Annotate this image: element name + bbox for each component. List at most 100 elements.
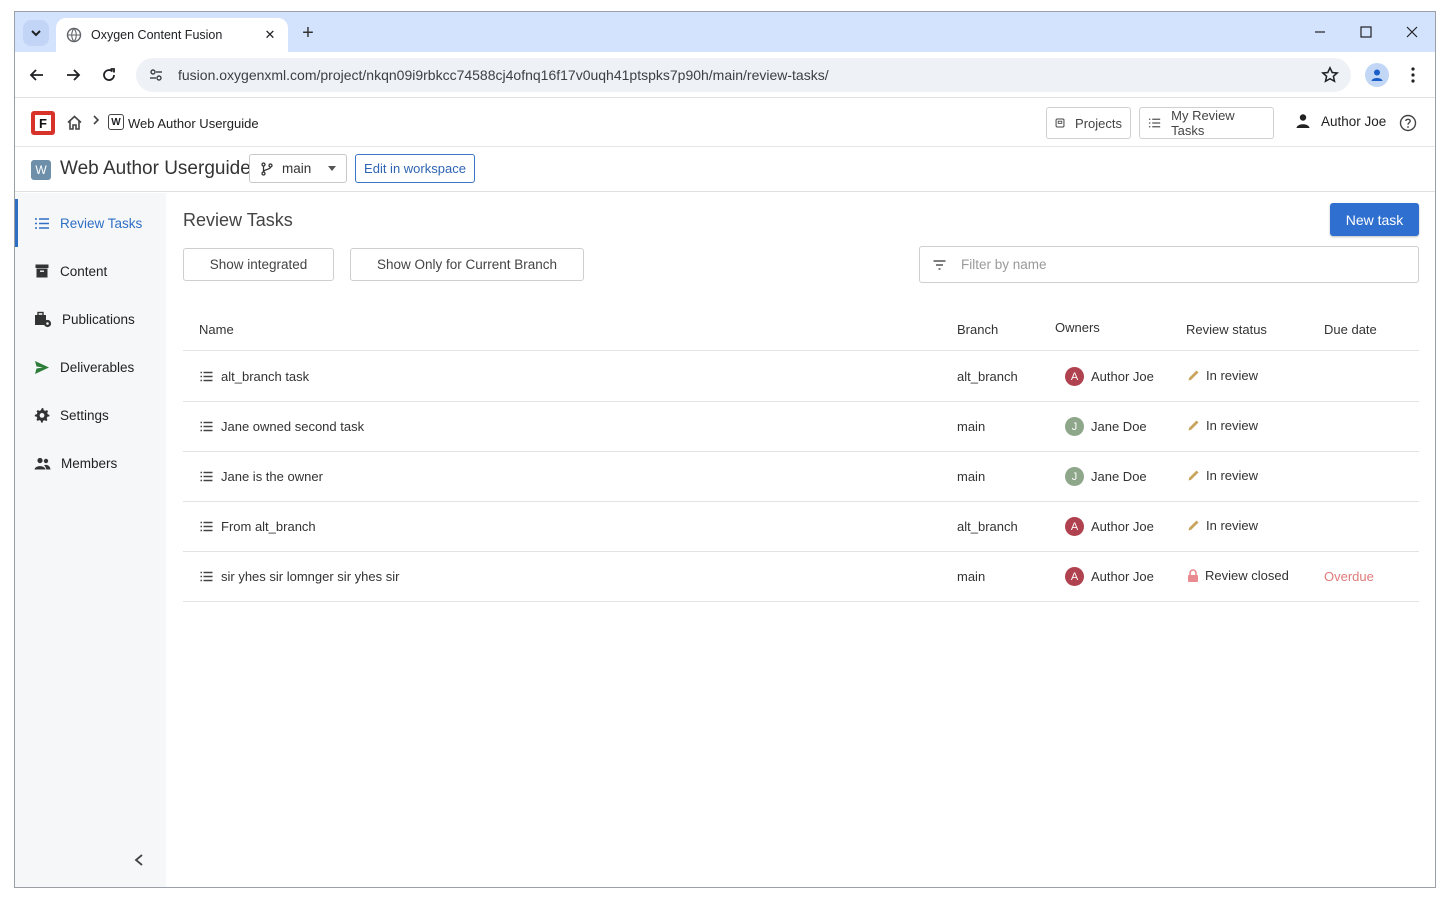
caret-down-icon	[328, 166, 336, 171]
sidebar-item-publications[interactable]: Publications	[15, 295, 166, 343]
task-name[interactable]: alt_branch task	[221, 369, 309, 384]
show-current-branch-button[interactable]: Show Only for Current Branch	[350, 248, 584, 281]
task-name[interactable]: Jane owned second task	[221, 419, 364, 434]
filter-input[interactable]	[961, 257, 1401, 272]
projects-button[interactable]: Projects	[1046, 107, 1131, 139]
task-list-icon	[200, 421, 213, 432]
close-tab-icon[interactable]: ✕	[262, 27, 278, 43]
sidebar-item-label: Deliverables	[60, 359, 135, 375]
tab-strip: Oxygen Content Fusion ✕ +	[15, 12, 1435, 52]
edit-in-workspace-button[interactable]: Edit in workspace	[355, 154, 475, 183]
reload-icon	[103, 68, 115, 81]
browser-menu-button[interactable]	[1403, 63, 1423, 87]
home-icon[interactable]	[66, 114, 83, 131]
task-name[interactable]: Jane is the owner	[221, 469, 323, 484]
sidebar-item-content[interactable]: Content	[15, 247, 166, 295]
column-owners[interactable]: Owners	[1055, 320, 1100, 335]
branch-cell: alt_branch	[957, 519, 1018, 534]
task-name-cell[interactable]: From alt_branch	[200, 519, 316, 534]
chevron-down-icon	[31, 30, 41, 37]
sidebar-item-members[interactable]: Members	[15, 439, 166, 487]
owner-cell: A Author Joe	[1065, 367, 1154, 386]
sidebar-item-label: Members	[61, 455, 118, 471]
new-tab-button[interactable]: +	[297, 22, 319, 44]
back-button[interactable]	[25, 63, 49, 87]
branch-select[interactable]: main	[249, 154, 347, 183]
due-date-cell: Overdue	[1324, 569, 1374, 584]
table-row[interactable]: sir yhes sir lomnger sir yhes sir main A Au…	[183, 552, 1419, 602]
branch-cell: main	[957, 469, 985, 484]
project-title: Web Author Userguide	[60, 158, 251, 179]
task-branch: alt_branch	[957, 369, 1018, 384]
branch-label: main	[282, 161, 312, 176]
show-integrated-button[interactable]: Show integrated	[183, 248, 334, 281]
address-bar[interactable]: fusion.oxygenxml.com/project/nkqn09i9rbk…	[136, 58, 1351, 92]
user-name: Author Joe	[1321, 113, 1387, 129]
task-name[interactable]: sir yhes sir lomnger sir yhes sir	[221, 569, 399, 584]
user-menu[interactable]: Author Joe	[1295, 113, 1386, 129]
breadcrumb-project[interactable]: Web Author Userguide	[128, 116, 259, 131]
help-icon[interactable]	[1399, 114, 1417, 132]
task-list-icon	[200, 471, 213, 482]
column-review-status[interactable]: Review status	[1186, 322, 1267, 337]
table-row[interactable]: Jane is the owner main J Jane Doe In review	[183, 452, 1419, 502]
site-settings-icon[interactable]	[148, 67, 164, 83]
close-window-button[interactable]	[1389, 20, 1435, 44]
reload-button[interactable]	[97, 63, 121, 87]
review-status: In review	[1206, 368, 1259, 383]
maximize-button[interactable]	[1343, 20, 1389, 44]
owner-name: Author Joe	[1091, 369, 1154, 384]
list-icon	[1148, 118, 1161, 128]
browser-window: Oxygen Content Fusion ✕ + fusion.oxygenx…	[14, 11, 1436, 888]
bookmark-star-icon[interactable]	[1321, 66, 1339, 84]
projects-label: Projects	[1075, 115, 1122, 131]
sidebar-item-settings[interactable]: Settings	[15, 391, 166, 439]
sidebar-item-review-tasks[interactable]: Review Tasks	[15, 199, 166, 247]
sidebar-item-label: Publications	[62, 311, 135, 327]
column-name[interactable]: Name	[199, 322, 234, 337]
send-icon	[35, 360, 49, 374]
project-avatar: W	[31, 160, 51, 180]
lock-icon	[1188, 569, 1198, 582]
sidebar-item-label: Settings	[60, 407, 109, 423]
sidebar: Review Tasks Content Publications Delive…	[15, 193, 166, 887]
task-branch: main	[957, 419, 986, 434]
task-name-cell[interactable]: alt_branch task	[200, 369, 309, 384]
new-task-button[interactable]: New task	[1330, 203, 1419, 236]
task-name-cell[interactable]: Jane is the owner	[200, 469, 323, 484]
task-name-cell[interactable]: sir yhes sir lomnger sir yhes sir	[200, 569, 399, 584]
profile-avatar[interactable]	[1365, 63, 1389, 87]
pencil-icon	[1188, 470, 1199, 481]
collapse-sidebar-icon[interactable]	[133, 853, 145, 867]
minimize-button[interactable]	[1297, 20, 1343, 44]
browser-tab[interactable]: Oxygen Content Fusion ✕	[56, 18, 288, 52]
task-name-cell[interactable]: Jane owned second task	[200, 419, 364, 434]
column-due-date[interactable]: Due date	[1324, 322, 1377, 337]
fusion-logo[interactable]: F	[31, 111, 55, 135]
gear-icon	[34, 408, 50, 423]
review-status: Review closed	[1205, 568, 1289, 583]
sidebar-item-deliverables[interactable]: Deliverables	[15, 343, 166, 391]
task-name[interactable]: From alt_branch	[221, 519, 316, 534]
table-row[interactable]: alt_branch task alt_branch A Author Joe In r…	[183, 352, 1419, 402]
project-bar: W Web Author Userguide main Edit in work…	[15, 148, 1435, 192]
url-text[interactable]: fusion.oxygenxml.com/project/nkqn09i9rbk…	[178, 67, 829, 83]
sidebar-item-label: Content	[60, 263, 108, 279]
members-icon	[34, 457, 51, 469]
maximize-icon	[1360, 26, 1372, 38]
forward-button[interactable]	[61, 63, 85, 87]
table-row[interactable]: Jane owned second task main J Jane Doe In re…	[183, 402, 1419, 452]
my-review-tasks-button[interactable]: My Review Tasks	[1139, 107, 1274, 139]
avatar: J	[1065, 417, 1084, 436]
column-branch[interactable]: Branch	[957, 322, 998, 337]
app-header: F W Web Author Userguide Projects My Rev…	[15, 99, 1435, 147]
tab-search-button[interactable]	[23, 20, 49, 46]
table-header: Name Branch Owners Review status Due dat…	[183, 311, 1419, 351]
status-cell: In review	[1187, 468, 1258, 483]
table-row[interactable]: From alt_branch alt_branch A Author Joe In r…	[183, 502, 1419, 552]
review-status: In review	[1206, 468, 1259, 483]
close-icon	[1406, 26, 1418, 38]
filter-field[interactable]	[919, 246, 1419, 283]
arrow-left-icon	[29, 69, 43, 81]
filter-icon	[933, 259, 946, 270]
